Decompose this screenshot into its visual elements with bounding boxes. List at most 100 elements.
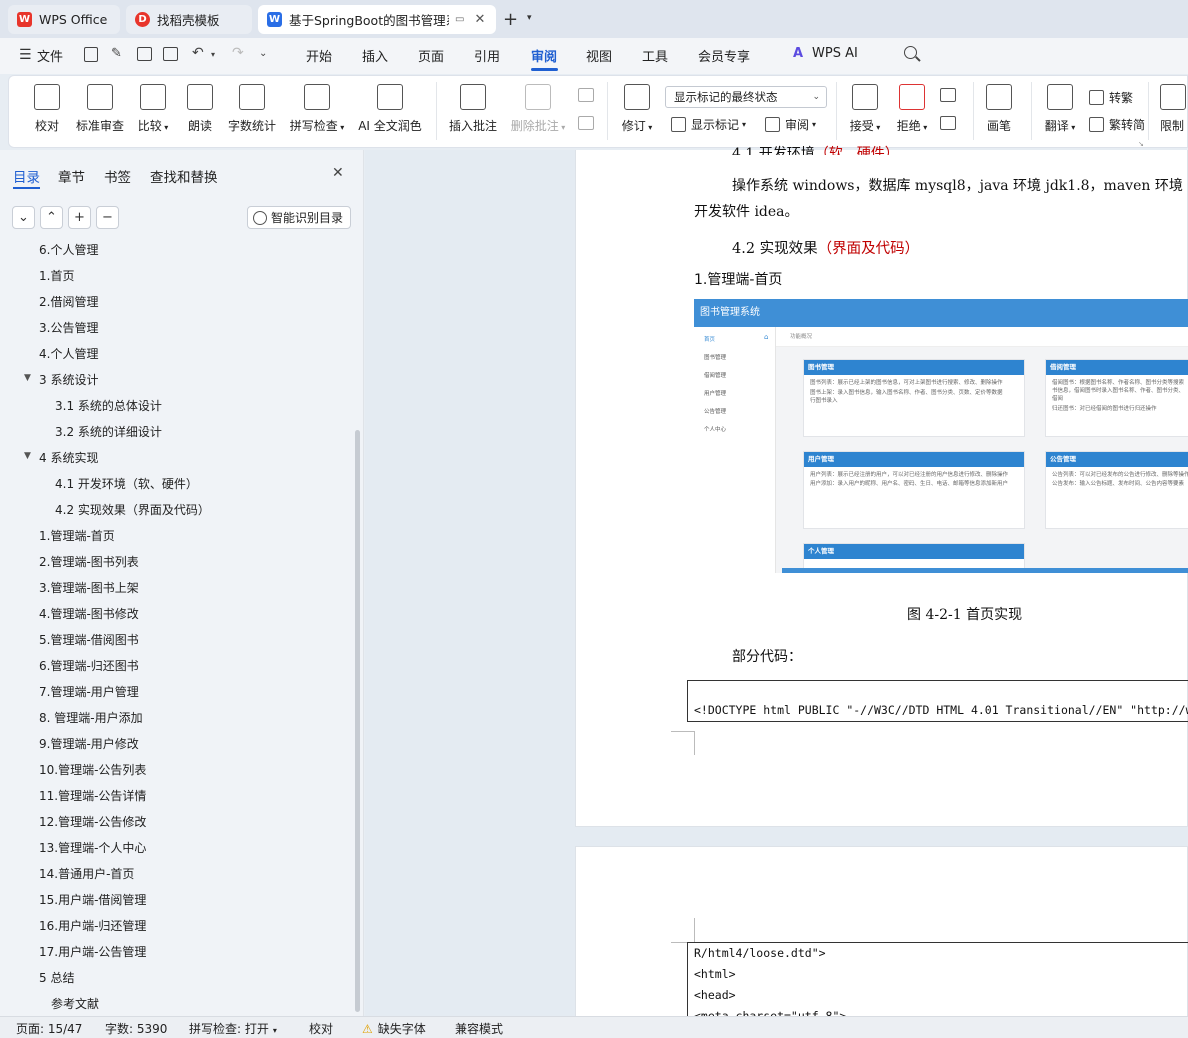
pen-button[interactable]: 画笔 [985,84,1013,134]
missing-font-status[interactable]: ⚠ 缺失字体 [362,1020,426,1037]
translate-label: 翻译 [1044,119,1069,133]
toc-item[interactable]: 9.管理端-用户修改 [39,735,139,752]
menu-insert[interactable]: 插入 [362,46,388,65]
close-pane-icon[interactable]: ✕ [332,165,344,181]
toc-item[interactable]: 参考文献 [51,995,99,1012]
toc-item[interactable]: 6.个人管理 [39,241,98,258]
hamburger-icon[interactable]: ☰ [19,47,32,63]
new-tab-icon[interactable]: + [503,9,518,30]
menu-member[interactable]: 会员专享 [698,46,750,65]
toc-item[interactable]: 11.管理端-公告详情 [39,787,146,804]
menu-view[interactable]: 视图 [586,46,612,65]
proofread-status[interactable]: 校对 [309,1020,333,1037]
spell-check-button[interactable]: 拼写检查 ▾ [287,84,347,134]
review-pane-button[interactable]: 审阅 ▾ [765,116,816,133]
toc-item[interactable]: 17.用户端-公告管理 [39,943,146,960]
redo-icon[interactable]: ↷ [232,45,244,61]
brush-icon[interactable]: ✎ [111,46,122,61]
toc-item[interactable]: 1.首页 [39,267,74,284]
next-comment-icon[interactable] [578,116,594,130]
markup-state-select[interactable]: 显示标记的最终状态 ⌄ [665,86,827,108]
show-marks-button[interactable]: 显示标记 ▾ [671,116,746,133]
toc-item[interactable]: 3.1 系统的总体设计 [55,397,162,414]
add-heading-button[interactable]: + [68,206,91,229]
toc-item[interactable]: 5.管理端-借阅图书 [39,631,139,648]
toc-item[interactable]: 6.管理端-归还图书 [39,657,139,674]
word-count-indicator[interactable]: 字数: 5390 [105,1020,167,1037]
revise-button[interactable]: 修订 ▾ [619,84,655,134]
smart-toc-button[interactable]: 智能识别目录 [247,206,351,229]
expand-caret-icon[interactable]: ▼ [24,451,31,461]
to-simplified-button[interactable]: 繁转简 [1089,116,1145,133]
insert-comment-button[interactable]: 插入批注 [448,84,498,134]
more-chevron-icon[interactable]: ⌄ [259,48,267,59]
prev-change-icon[interactable] [940,88,956,102]
menu-page[interactable]: 页面 [418,46,444,65]
toc-item[interactable]: 5 总结 [39,969,74,986]
menu-file[interactable]: 文件 [37,46,63,65]
page-indicator[interactable]: 页面: 15/47 [16,1020,82,1037]
expand-caret-icon[interactable]: ▼ [24,373,31,383]
toc-item[interactable]: 4.1 开发环境（软、硬件） [55,475,198,492]
delete-comment-button[interactable]: 删除批注 ▾ [508,84,568,134]
accept-button[interactable]: 接受 ▾ [847,84,883,134]
tab-wps-office[interactable]: W WPS Office [8,5,120,34]
toc-item[interactable]: 14.普通用户-首页 [39,865,134,882]
word-count-button[interactable]: 字数统计 [227,84,277,134]
restrict-editing-button[interactable]: 限制 [1160,84,1188,134]
toc-item[interactable]: 4 系统实现 [39,449,98,466]
toc-item[interactable]: 10.管理端-公告列表 [39,761,146,778]
toc-item[interactable]: 3 系统设计 [39,371,98,388]
prev-comment-icon[interactable] [578,88,594,102]
save-icon[interactable] [84,47,98,62]
spell-check-status[interactable]: 拼写检查: 打开 ▾ [189,1020,277,1037]
standard-review-button[interactable]: 标准审查 [75,84,125,134]
undo-dropdown-icon[interactable]: ▾ [211,50,215,59]
translate-button[interactable]: 翻译 ▾ [1042,84,1078,134]
reject-button[interactable]: 拒绝 ▾ [894,84,930,134]
toc-item[interactable]: 2.借阅管理 [39,293,98,310]
to-traditional-button[interactable]: 转繁 [1089,89,1133,106]
tab-bookmarks[interactable]: 书签 [104,166,131,186]
dialog-launcher-icon[interactable]: ↘ [1138,140,1144,148]
next-change-icon[interactable] [940,116,956,130]
toc-item[interactable]: 12.管理端-公告修改 [39,813,146,830]
menu-review[interactable]: 审阅 [531,46,557,65]
menu-wps-ai[interactable]: WPS AI [812,46,858,61]
tab-template[interactable]: D 找稻壳模板 [126,5,252,34]
toc-item[interactable]: 13.管理端-个人中心 [39,839,146,856]
toc-item[interactable]: 2.管理端-图书列表 [39,553,139,570]
toc-item[interactable]: 4.2 实现效果（界面及代码） [55,501,210,518]
toc-item[interactable]: 3.2 系统的详细设计 [55,423,162,440]
toc-item[interactable]: 4.个人管理 [39,345,98,362]
remove-heading-button[interactable]: − [96,206,119,229]
tab-find-replace[interactable]: 查找和替换 [150,166,218,186]
tab-chapters[interactable]: 章节 [58,166,85,186]
menu-home[interactable]: 开始 [306,46,332,65]
collapse-all-button[interactable]: ⌄ [12,206,35,229]
proofread-button[interactable]: 校对 [33,84,61,134]
expand-up-button[interactable]: ⌃ [40,206,63,229]
toc-item[interactable]: 3.管理端-图书上架 [39,579,139,596]
toc-item[interactable]: 8. 管理端-用户添加 [39,709,143,726]
toc-item[interactable]: 16.用户端-归还管理 [39,917,146,934]
read-aloud-button[interactable]: 朗读 [186,84,214,134]
toc-item[interactable]: 15.用户端-借阅管理 [39,891,146,908]
undo-icon[interactable]: ↶ [192,45,204,61]
menu-reference[interactable]: 引用 [474,46,500,65]
toc-item[interactable]: 4.管理端-图书修改 [39,605,139,622]
close-tab-icon[interactable]: ✕ [474,12,485,27]
compare-button[interactable]: 比较 ▾ [135,84,171,134]
tab-list-chevron-icon[interactable]: ▾ [527,13,532,23]
monitor-icon[interactable]: ▭ [455,14,464,25]
toc-item[interactable]: 3.公告管理 [39,319,98,336]
print-icon[interactable] [137,47,152,61]
print-preview-icon[interactable] [163,47,178,61]
toc-item[interactable]: 7.管理端-用户管理 [39,683,139,700]
toc-scrollbar[interactable] [355,430,360,1012]
tab-document[interactable]: W 基于SpringBoot的图书管理系统 ▭ ✕ [258,5,496,34]
ai-polish-button[interactable]: AI 全文润色 [357,84,423,134]
toc-item[interactable]: 1.管理端-首页 [39,527,115,544]
tab-toc[interactable]: 目录 [13,166,40,186]
menu-tools[interactable]: 工具 [642,46,668,65]
